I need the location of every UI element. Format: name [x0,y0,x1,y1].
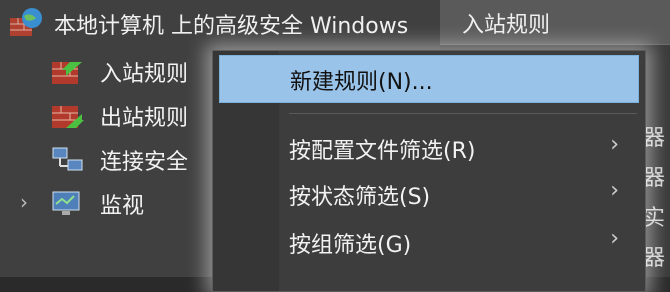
tree-root-label: 本地计算机 上的高级安全 Windows [54,14,409,39]
menu-item-new-rule[interactable]: 新建规则(N)... [219,55,639,103]
tree-item-label: 监视 [100,194,145,219]
results-edge-text: 器 [643,166,666,191]
chevron-right-icon[interactable]: › [20,190,28,214]
menu-item-label: 按状态筛选(S) [289,185,431,210]
results-header-title: 入站规则 [462,13,551,38]
results-edge-text: 器 [643,126,666,151]
submenu-arrow-icon: › [610,226,619,251]
submenu-arrow-icon: › [610,132,619,157]
tree-root-row[interactable]: 本地计算机 上的高级安全 Windows [0,0,440,44]
menu-item-filter-by-state[interactable]: 按状态筛选(S) › [219,171,637,217]
results-header: 入站规则 [440,0,670,45]
inbound-rules-icon [52,58,84,86]
connection-security-icon [52,146,84,174]
results-edge-text: 器 [643,246,666,271]
tree-item-label: 连接安全 [100,150,189,175]
menu-item-label: 按配置文件筛选(R) [289,139,476,164]
menu-item-label: 按组筛选(G) [289,233,412,258]
menu-item-filter-by-profile[interactable]: 按配置文件筛选(R) › [219,125,637,171]
menu-separator [289,113,637,114]
context-menu: 新建规则(N)... 按配置文件筛选(R) › 按状态筛选(S) › 按组筛选(… [212,50,646,292]
menu-item-filter-by-group[interactable]: 按组筛选(G) › [219,219,637,265]
tree-item-label: 入站规则 [100,62,189,87]
outbound-rules-icon [52,102,84,130]
monitor-icon [52,190,84,218]
tree-item-label: 出站规则 [100,106,189,131]
submenu-arrow-icon: › [610,178,619,203]
firewall-globe-icon [8,6,44,42]
results-edge-text: 实 [643,206,666,231]
menu-item-label: 新建规则(N)... [290,70,433,95]
